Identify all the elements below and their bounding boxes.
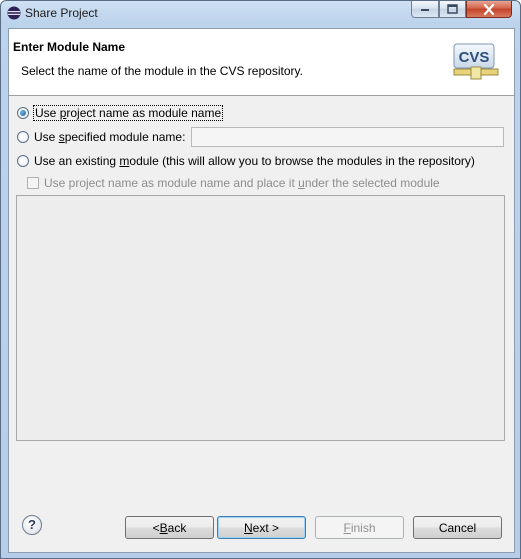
finish-button: Finish <box>315 516 404 539</box>
eclipse-icon <box>7 6 21 20</box>
option-place-under: Use project name as module name and plac… <box>27 176 440 190</box>
page-description: Select the name of the module in the CVS… <box>21 64 303 78</box>
close-button[interactable] <box>466 1 512 18</box>
minimize-button[interactable] <box>411 1 439 18</box>
checkbox-place-under <box>27 177 39 189</box>
option-use-specified[interactable]: Use specified module name: <box>17 130 185 144</box>
help-button[interactable]: ? <box>22 515 42 535</box>
wizard-header: Enter Module Name Select the name of the… <box>9 29 514 96</box>
next-button[interactable]: Next > <box>217 516 306 539</box>
label-use-project-name[interactable]: Use project name as module name <box>32 105 224 121</box>
module-browser-list <box>16 195 505 441</box>
radio-use-existing[interactable] <box>17 155 29 167</box>
label-use-specified[interactable]: Use specified module name: <box>34 130 185 144</box>
cancel-button[interactable]: Cancel <box>413 516 502 539</box>
maximize-icon <box>447 4 458 14</box>
page-title: Enter Module Name <box>13 40 126 54</box>
module-name-field[interactable] <box>191 127 504 147</box>
window-title: Share Project <box>25 6 98 20</box>
dialog-client-area: Enter Module Name Select the name of the… <box>8 28 515 553</box>
label-place-under: Use project name as module name and plac… <box>44 176 440 190</box>
cvs-logo-icon: CVS <box>453 43 499 80</box>
maximize-button[interactable] <box>439 1 466 18</box>
radio-use-specified[interactable] <box>17 131 29 143</box>
radio-use-project-name[interactable] <box>17 107 29 119</box>
help-icon: ? <box>28 517 36 532</box>
minimize-icon <box>421 9 429 11</box>
share-project-window: Share Project Enter Module Name Select t… <box>0 0 521 559</box>
label-use-existing[interactable]: Use an existing module (this will allow … <box>34 154 475 168</box>
back-button[interactable]: < Back <box>125 516 214 539</box>
option-use-existing[interactable]: Use an existing module (this will allow … <box>17 154 475 168</box>
option-use-project-name[interactable]: Use project name as module name <box>17 105 224 121</box>
cvs-logo-text: CVS <box>459 49 490 66</box>
close-icon <box>483 3 495 15</box>
title-bar[interactable]: Share Project <box>1 1 520 25</box>
